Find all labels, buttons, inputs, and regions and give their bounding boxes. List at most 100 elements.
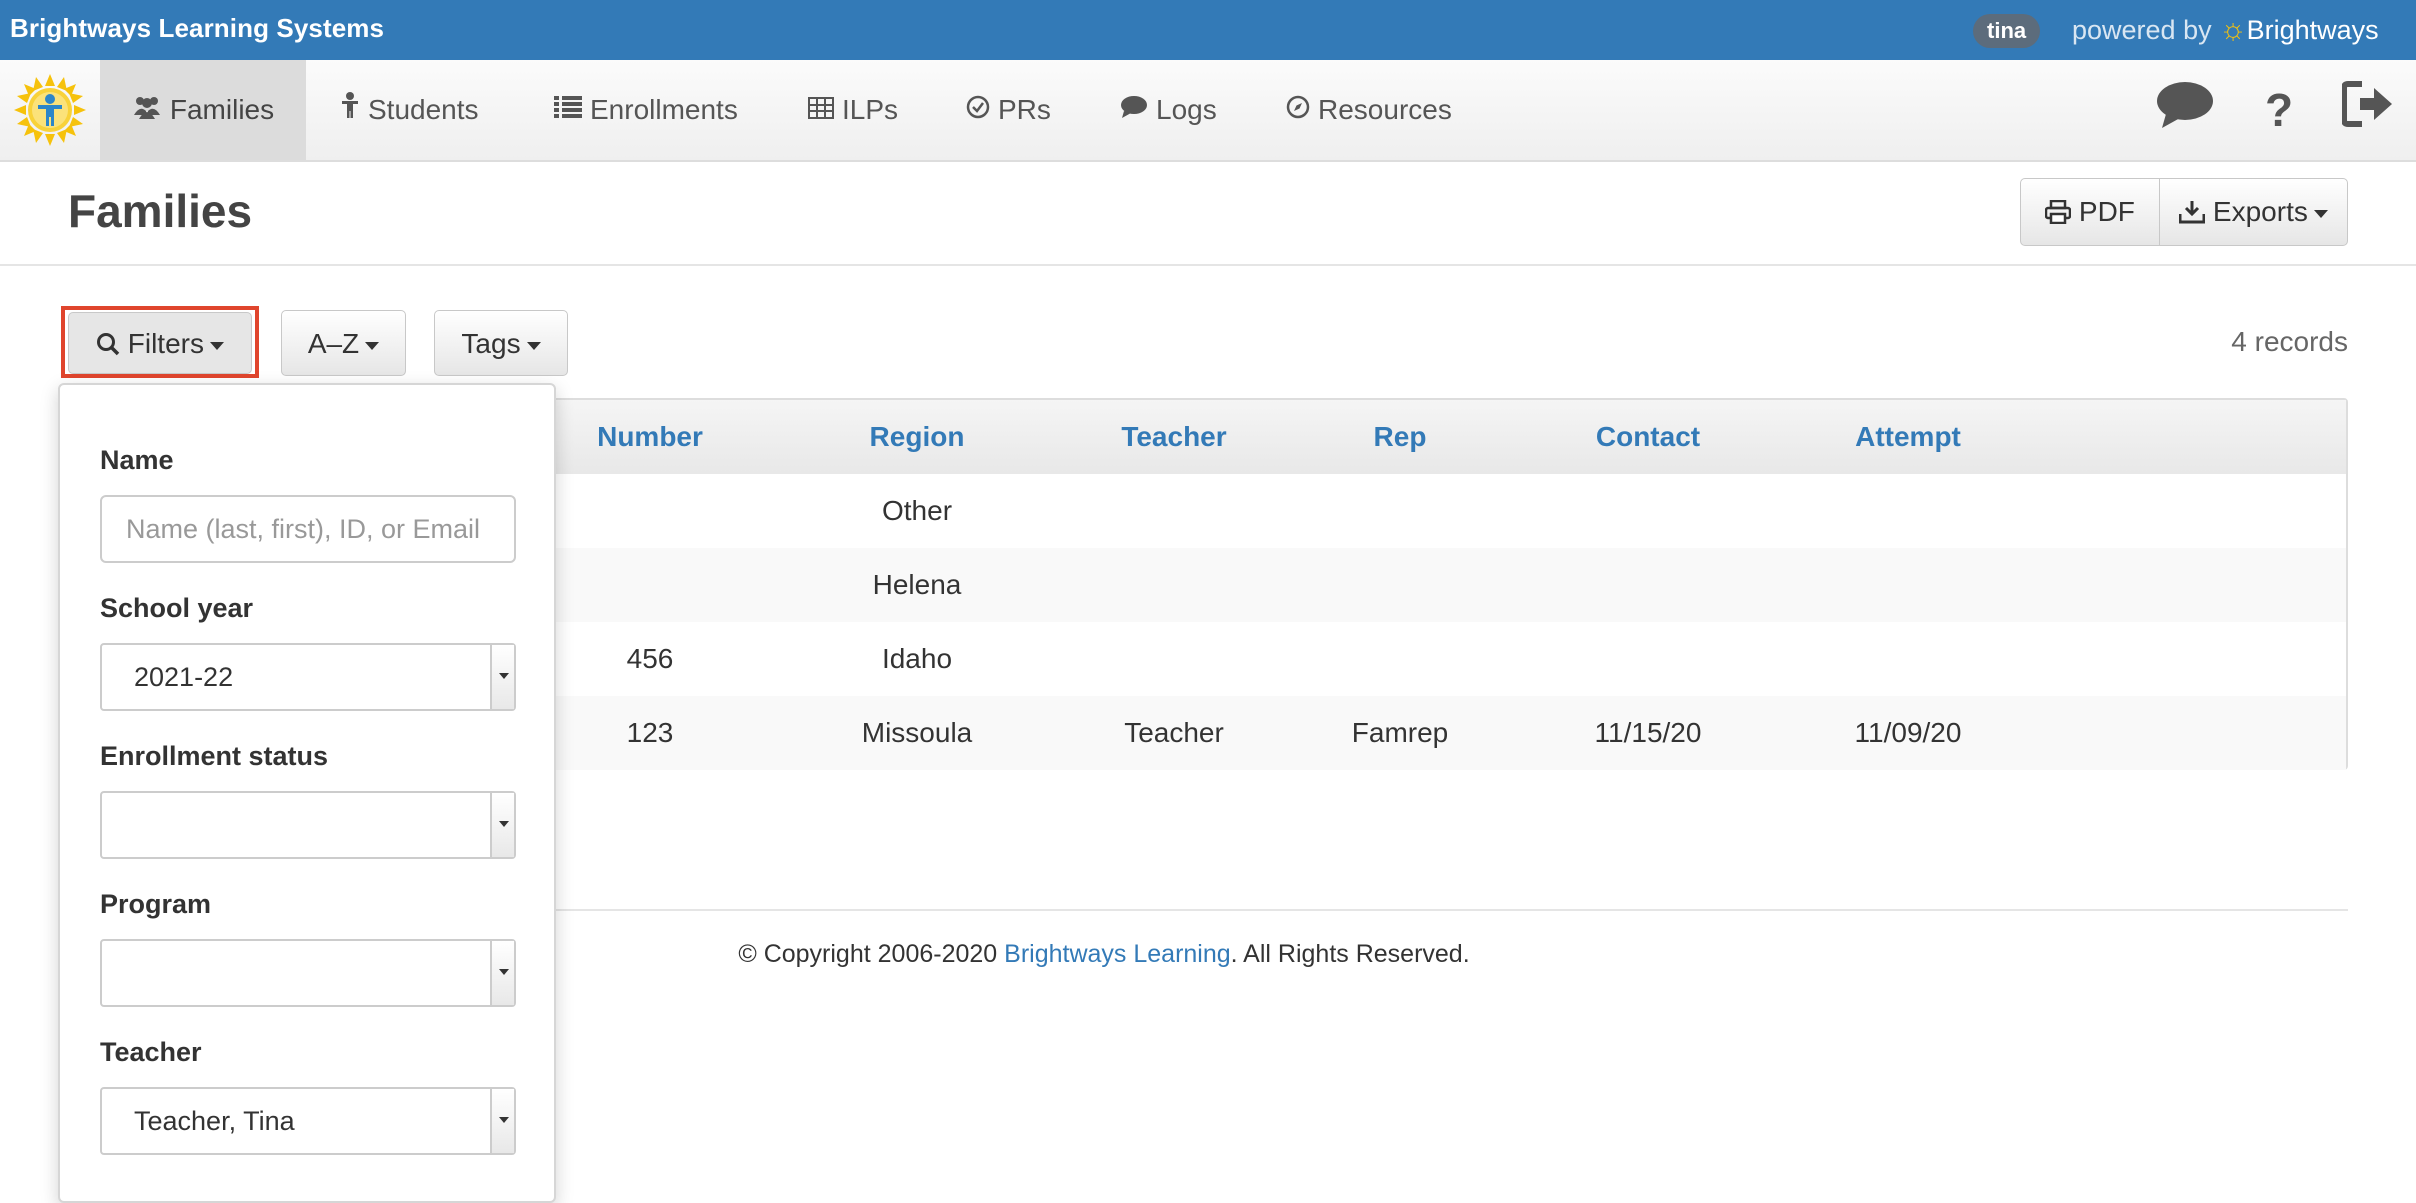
filters-panel: Name School year 2021-22 Enrollment stat… (58, 383, 556, 1203)
nav-label-logs: Logs (1156, 94, 1217, 125)
user-badge[interactable]: tina (1973, 14, 2041, 48)
name-filter-label: Name (100, 445, 174, 475)
teacher-value: Teacher, Tina (134, 1106, 295, 1136)
cell-region: Idaho (881, 643, 953, 674)
footer-copyright: © Copyright 2006-2020 Brightways Learnin… (540, 940, 1668, 969)
powered-by-brand[interactable]: Brightways (2247, 15, 2379, 45)
chat-icon[interactable] (2154, 80, 2216, 140)
column-header-region[interactable]: Region (797, 400, 1037, 474)
cell-number: 456 (626, 643, 674, 674)
pdf-label: PDF (2078, 196, 2135, 227)
cell-attempt (1788, 548, 2028, 622)
az-dropdown-button[interactable]: A–Z (281, 310, 406, 376)
brand-title: Brightways Learning Systems (10, 13, 385, 43)
chevron-down-icon (365, 341, 380, 350)
name-search-input[interactable] (100, 495, 516, 563)
table-icon (808, 60, 834, 160)
school-year-select[interactable]: 2021-22 (100, 643, 516, 711)
search-icon (96, 328, 128, 359)
enrollment-status-select[interactable] (100, 791, 516, 859)
chevron-down-icon (2313, 209, 2328, 218)
help-icon[interactable]: ? (2254, 80, 2304, 140)
users-icon (132, 60, 162, 160)
filters-dropdown-button[interactable]: Filters (68, 312, 252, 374)
nav-prs[interactable]: PRs (966, 60, 1051, 160)
list-icon (554, 60, 582, 160)
column-header-rep[interactable]: Rep (1280, 400, 1520, 474)
powered-by-prefix: powered by (2072, 15, 2212, 45)
chevron-down-icon[interactable] (490, 1089, 514, 1153)
main-navbar: Families Students Enrollments ILPs PRs L… (0, 60, 2416, 162)
cell-contact (1528, 548, 1768, 622)
nav-label-ilps: ILPs (842, 94, 899, 125)
teacher-filter-label: Teacher (100, 1037, 202, 1067)
cell-rep (1280, 548, 1520, 622)
column-header-number[interactable]: Number (540, 400, 760, 474)
chevron-down-icon (526, 341, 541, 350)
cell-number (540, 474, 760, 548)
teacher-select[interactable]: Teacher, Tina (100, 1087, 516, 1155)
school-year-value: 2021-22 (134, 662, 234, 692)
nav-enrollments[interactable]: Enrollments (554, 60, 738, 160)
cell-attempt (1788, 622, 2028, 696)
program-select[interactable] (100, 939, 516, 1007)
cell-rep: Famrep (1351, 717, 1449, 748)
cell-region: Missoula (861, 717, 973, 748)
school-year-label: School year (100, 593, 254, 623)
cell-region: Helena (872, 569, 962, 600)
program-label: Program (100, 889, 212, 919)
brightways-learning-link[interactable]: Brightways Learning (1004, 940, 1231, 968)
exports-dropdown-button[interactable]: Exports (2159, 178, 2348, 246)
cell-number: 123 (626, 717, 674, 748)
tags-dropdown-button[interactable]: Tags (434, 310, 568, 376)
cell-region: Other (881, 495, 953, 526)
cell-number (540, 548, 760, 622)
cell-teacher (1054, 474, 1294, 548)
column-header-teacher[interactable]: Teacher (1054, 400, 1294, 474)
brightways-logo-icon[interactable] (14, 74, 86, 146)
nav-students[interactable]: Students (340, 60, 479, 160)
column-header-attempt[interactable]: Attempt (1788, 400, 2028, 474)
footer-divider (540, 909, 2348, 911)
cell-teacher (1054, 622, 1294, 696)
copyright-text: © Copyright 2006-2020 (738, 940, 1005, 968)
enrollment-status-label: Enrollment status (100, 741, 329, 771)
nav-label-enrollments: Enrollments (590, 94, 738, 125)
chevron-down-icon[interactable] (490, 793, 514, 857)
filters-label: Filters (127, 328, 204, 359)
chevron-down-icon[interactable] (490, 645, 514, 709)
top-bar: Brightways Learning Systems tina powered… (0, 0, 2416, 60)
powered-by: powered by ☼Brightways (2072, 13, 2379, 47)
pdf-button[interactable]: PDF (2020, 178, 2160, 246)
exports-label: Exports (2212, 196, 2308, 227)
rights-text: . All Rights Reserved. (1230, 940, 1470, 968)
logout-icon[interactable] (2340, 80, 2396, 140)
compass-icon (1286, 60, 1310, 160)
comment-icon (1120, 60, 1148, 160)
nav-label-students: Students (368, 94, 479, 125)
child-icon (340, 60, 360, 160)
nav-families[interactable]: Families (100, 60, 306, 160)
check-circle-icon (966, 60, 990, 160)
chevron-down-icon (210, 341, 224, 350)
cell-rep (1280, 474, 1520, 548)
column-header-contact[interactable]: Contact (1528, 400, 1768, 474)
az-label: A–Z (307, 328, 360, 359)
header-divider (0, 264, 2416, 266)
records-count: 4 records (2231, 326, 2348, 357)
nav-label-families: Families (169, 94, 275, 125)
download-icon (2178, 196, 2213, 227)
chevron-down-icon[interactable] (490, 941, 514, 1005)
header-button-group: PDF Exports (2020, 178, 2348, 246)
nav-resources[interactable]: Resources (1286, 60, 1452, 160)
cell-teacher (1054, 548, 1294, 622)
nav-logs[interactable]: Logs (1120, 60, 1217, 160)
cell-contact (1528, 622, 1768, 696)
nav-ilps[interactable]: ILPs (808, 60, 898, 160)
print-icon (2044, 196, 2079, 227)
page-title: Families (68, 185, 253, 237)
cell-contact: 11/15/20 (1594, 717, 1702, 748)
cell-attempt: 11/09/20 (1854, 717, 1962, 748)
cell-attempt (1788, 474, 2028, 548)
cell-contact (1528, 474, 1768, 548)
